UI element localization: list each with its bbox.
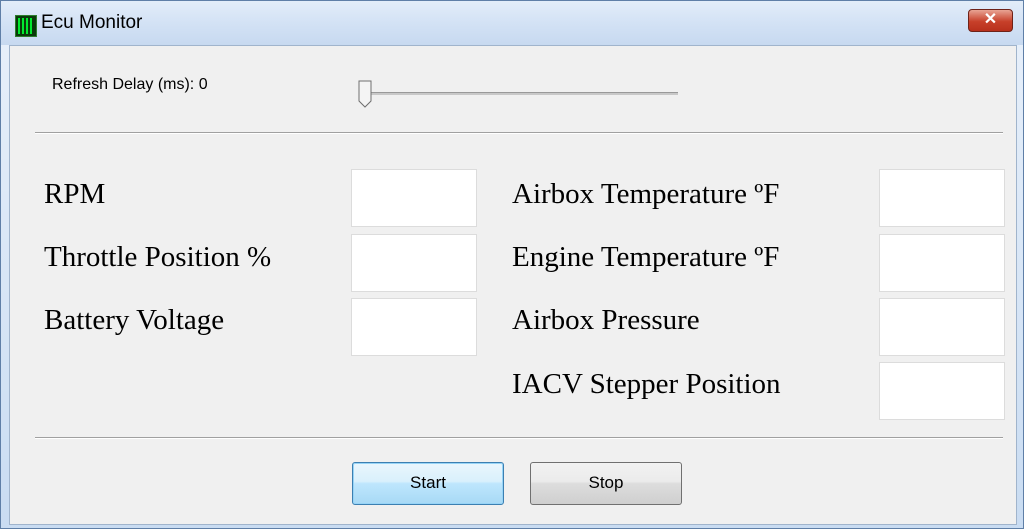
throttle-position-field[interactable] xyxy=(351,234,477,292)
engine-temperature-field[interactable] xyxy=(879,234,1005,292)
airbox-temperature-field[interactable] xyxy=(879,169,1005,227)
airbox-pressure-field[interactable] xyxy=(879,298,1005,356)
ecu-monitor-app-icon xyxy=(15,15,37,37)
engine-temperature-label: Engine Temperature ºF xyxy=(512,241,780,273)
battery-voltage-label: Battery Voltage xyxy=(44,304,225,336)
refresh-delay-slider-track[interactable] xyxy=(365,92,678,95)
airbox-pressure-label: Airbox Pressure xyxy=(512,304,700,336)
rpm-field[interactable] xyxy=(351,169,477,227)
refresh-delay-label: Refresh Delay (ms): 0 xyxy=(52,76,208,93)
bottom-divider xyxy=(35,437,1003,439)
ecu-monitor-window: Ecu Monitor ✕ Refresh Delay (ms): 0 RPM … xyxy=(0,0,1024,529)
title-bar[interactable]: Ecu Monitor ✕ xyxy=(1,1,1023,45)
client-area: Refresh Delay (ms): 0 RPM Throttle Posit… xyxy=(9,45,1017,525)
battery-voltage-field[interactable] xyxy=(351,298,477,356)
start-button[interactable]: Start xyxy=(352,462,504,505)
top-divider xyxy=(35,132,1003,134)
stop-button[interactable]: Stop xyxy=(530,462,682,505)
throttle-position-label: Throttle Position % xyxy=(44,241,272,273)
iacv-stepper-position-field[interactable] xyxy=(879,362,1005,420)
window-title: Ecu Monitor xyxy=(41,12,143,33)
airbox-temperature-label: Airbox Temperature ºF xyxy=(512,178,780,210)
refresh-delay-slider-thumb[interactable] xyxy=(358,80,372,108)
iacv-stepper-position-label: IACV Stepper Position xyxy=(512,368,781,400)
rpm-label: RPM xyxy=(44,178,106,210)
close-button[interactable]: ✕ xyxy=(968,9,1013,32)
